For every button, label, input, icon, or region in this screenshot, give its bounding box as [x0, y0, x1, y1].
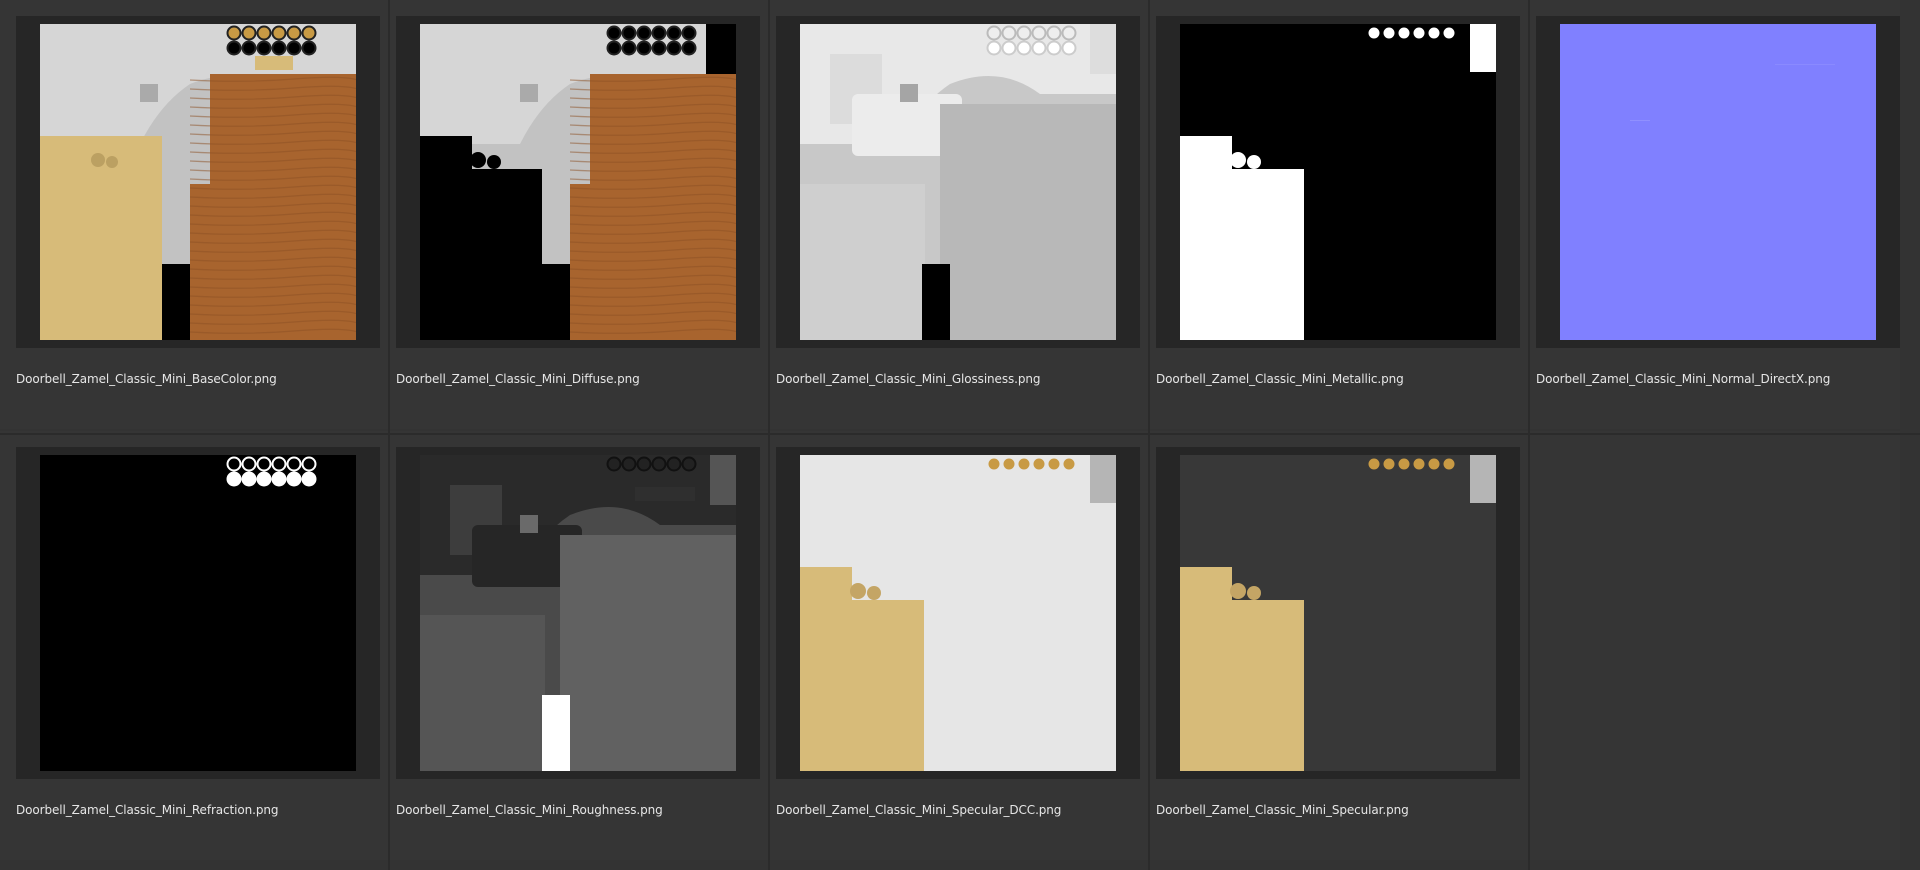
thumbnail-frame	[1156, 16, 1520, 348]
file-tile[interactable]: Doorbell_Zamel_Classic_Mini_Normal_Direc…	[1520, 0, 1900, 429]
file-browser-grid: Doorbell_Zamel_Classic_Mini_BaseColor.pn…	[0, 0, 1920, 870]
thumbnail-frame	[396, 16, 760, 348]
file-name: Doorbell_Zamel_Classic_Mini_Specular.png	[1156, 803, 1409, 817]
row-divider	[0, 433, 1920, 435]
texture-thumbnail	[40, 455, 356, 771]
column-divider	[388, 0, 390, 870]
file-tile[interactable]: Doorbell_Zamel_Classic_Mini_Specular.png	[1140, 431, 1520, 860]
file-tile[interactable]: Doorbell_Zamel_Classic_Mini_Metallic.png	[1140, 0, 1520, 429]
column-divider	[768, 0, 770, 870]
file-tile[interactable]: Doorbell_Zamel_Classic_Mini_BaseColor.pn…	[0, 0, 380, 429]
file-name: Doorbell_Zamel_Classic_Mini_Refraction.p…	[16, 803, 279, 817]
file-tile[interactable]: Doorbell_Zamel_Classic_Mini_Refraction.p…	[0, 431, 380, 860]
thumbnail-frame	[16, 16, 380, 348]
file-name: Doorbell_Zamel_Classic_Mini_Normal_Direc…	[1536, 372, 1831, 386]
texture-thumbnail	[1560, 24, 1876, 340]
texture-thumbnail	[800, 24, 1116, 340]
texture-thumbnail	[420, 455, 736, 771]
texture-thumbnail	[800, 455, 1116, 771]
file-name: Doorbell_Zamel_Classic_Mini_BaseColor.pn…	[16, 372, 277, 386]
thumbnail-frame	[776, 16, 1140, 348]
texture-thumbnail	[420, 24, 736, 340]
texture-thumbnail	[1180, 455, 1496, 771]
file-tile[interactable]: Doorbell_Zamel_Classic_Mini_Roughness.pn…	[380, 431, 760, 860]
file-name: Doorbell_Zamel_Classic_Mini_Specular_DCC…	[776, 803, 1062, 817]
texture-thumbnail	[1180, 24, 1496, 340]
file-tile[interactable]: Doorbell_Zamel_Classic_Mini_Specular_DCC…	[760, 431, 1140, 860]
thumbnail-frame	[1156, 447, 1520, 779]
file-name: Doorbell_Zamel_Classic_Mini_Metallic.png	[1156, 372, 1404, 386]
texture-thumbnail	[40, 24, 356, 340]
file-name: Doorbell_Zamel_Classic_Mini_Roughness.pn…	[396, 803, 663, 817]
column-divider	[1148, 0, 1150, 870]
empty-tile	[1520, 431, 1900, 860]
column-divider	[1528, 0, 1530, 870]
thumbnail-frame	[1536, 16, 1900, 348]
file-name: Doorbell_Zamel_Classic_Mini_Diffuse.png	[396, 372, 640, 386]
thumbnail-frame	[776, 447, 1140, 779]
file-name: Doorbell_Zamel_Classic_Mini_Glossiness.p…	[776, 372, 1041, 386]
thumbnail-frame	[396, 447, 760, 779]
thumbnail-frame	[16, 447, 380, 779]
file-tile[interactable]: Doorbell_Zamel_Classic_Mini_Glossiness.p…	[760, 0, 1140, 429]
file-tile[interactable]: Doorbell_Zamel_Classic_Mini_Diffuse.png	[380, 0, 760, 429]
